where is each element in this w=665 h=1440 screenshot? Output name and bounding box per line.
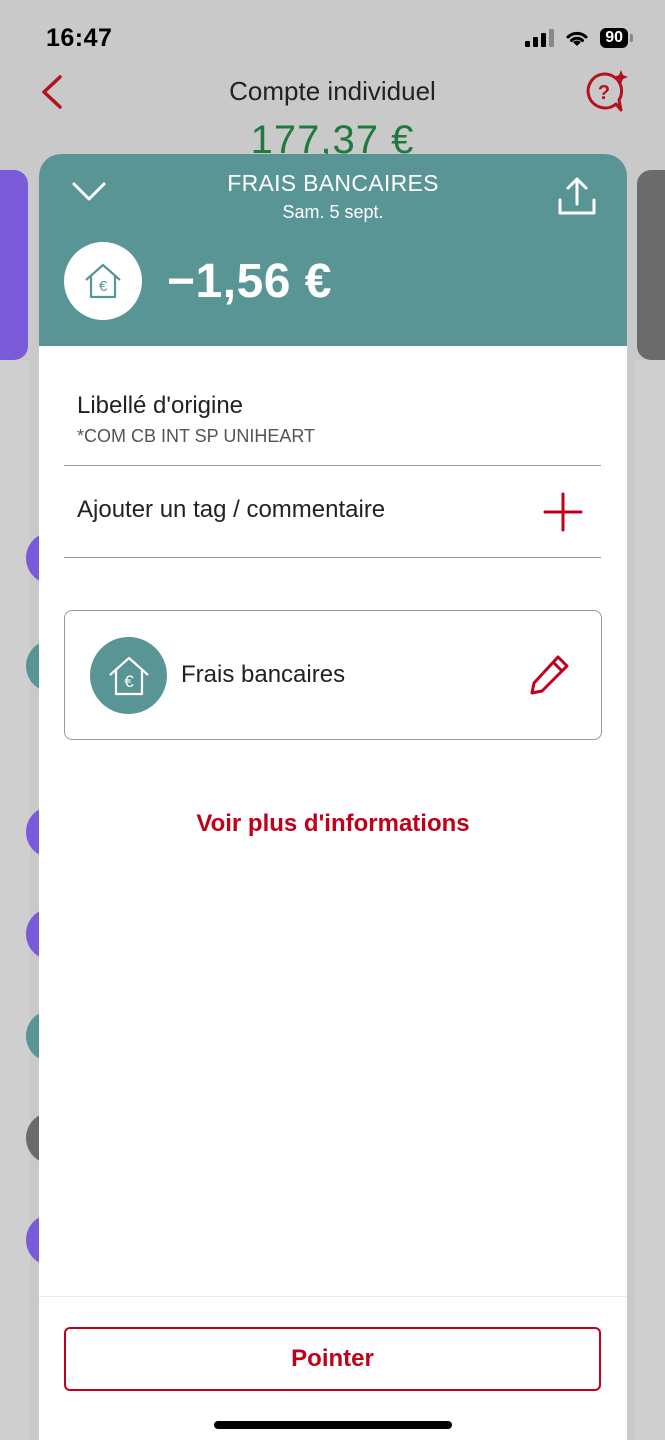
category-icon: € xyxy=(90,637,167,714)
transaction-title: FRAIS BANCAIRES xyxy=(227,170,439,196)
sheet-header: FRAIS BANCAIRES Sam. 5 sept. € −1,56 € xyxy=(39,154,627,346)
original-label-title: Libellé d'origine xyxy=(77,392,244,419)
share-button[interactable] xyxy=(557,176,597,221)
svg-text:?: ? xyxy=(598,82,610,104)
background-card-right xyxy=(637,170,665,360)
svg-text:€: € xyxy=(124,672,134,691)
house-euro-icon: € xyxy=(85,263,121,299)
account-title: Compte individuel xyxy=(229,76,436,106)
add-tag-label: Ajouter un tag / commentaire xyxy=(77,496,386,523)
add-tag-button[interactable] xyxy=(543,492,583,537)
battery-icon xyxy=(630,34,633,42)
add-tag-row[interactable]: Ajouter un tag / commentaire xyxy=(64,466,601,558)
category-card[interactable]: € Frais bancaires xyxy=(64,610,602,740)
status-time: 16:47 xyxy=(46,24,113,52)
share-icon xyxy=(558,177,596,215)
svg-text:€: € xyxy=(99,278,108,295)
sheet-footer: Pointer xyxy=(39,1296,627,1440)
background-card-left xyxy=(0,170,28,360)
original-label-row: Libellé d'origine *COM CB INT SP UNIHEAR… xyxy=(64,384,601,466)
edit-category-button[interactable] xyxy=(529,653,571,700)
plus-icon xyxy=(543,492,583,532)
signal-icon xyxy=(525,29,555,47)
help-button[interactable]: ? xyxy=(583,66,629,121)
background-list-right xyxy=(635,360,665,1440)
battery-level: 90 xyxy=(600,28,628,48)
status-icons: 90 xyxy=(525,28,633,48)
pencil-icon xyxy=(530,655,569,695)
house-euro-icon: € xyxy=(108,656,149,695)
category-avatar: € xyxy=(64,242,142,320)
transaction-detail-sheet: FRAIS BANCAIRES Sam. 5 sept. € −1,56 € L… xyxy=(39,154,627,1440)
transaction-date: Sam. 5 sept. xyxy=(282,202,384,222)
transaction-amount: −1,56 € xyxy=(167,255,332,308)
home-indicator[interactable] xyxy=(214,1421,452,1429)
pointer-button[interactable]: Pointer xyxy=(64,1327,601,1391)
more-info-link[interactable]: Voir plus d'informations xyxy=(39,810,627,838)
category-label: Frais bancaires xyxy=(181,661,346,688)
wifi-icon xyxy=(566,31,588,46)
background-list-left xyxy=(0,360,30,1440)
original-label-value: *COM CB INT SP UNIHEART xyxy=(77,426,316,446)
status-bar: 16:47 90 xyxy=(0,0,665,70)
help-chat-icon: ? xyxy=(586,70,628,112)
